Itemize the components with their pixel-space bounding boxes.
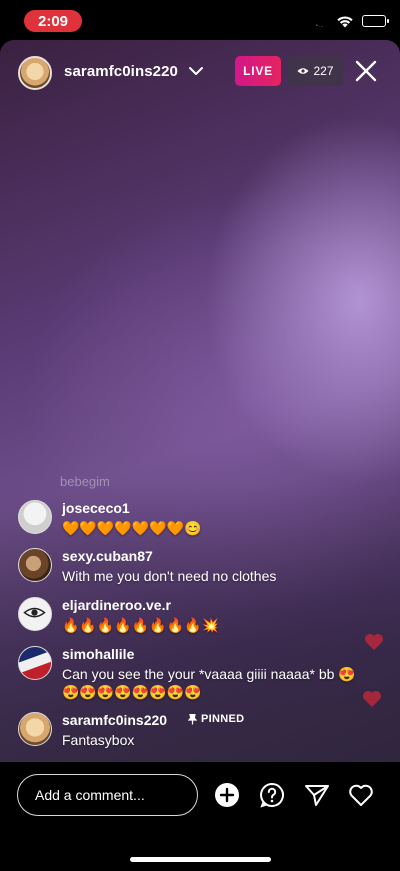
comment-text: With me you don't need no clothes bbox=[62, 568, 277, 584]
comment-username[interactable]: saramfc0ins220 bbox=[62, 712, 167, 728]
live-badge: LIVE bbox=[235, 56, 281, 86]
add-circle-icon[interactable] bbox=[214, 782, 240, 808]
live-stream-screen: 2:09 • ... saramfc0ins220 LIVE 227 bebeg… bbox=[0, 0, 400, 871]
host-avatar[interactable] bbox=[18, 56, 52, 90]
comment-item[interactable]: josececo1 🧡🧡🧡🧡🧡🧡🧡😊 bbox=[18, 500, 358, 544]
comment-text: 🧡🧡🧡🧡🧡🧡🧡😊 bbox=[62, 520, 202, 536]
avatar[interactable] bbox=[18, 548, 52, 582]
floating-heart-icon bbox=[363, 691, 381, 707]
status-bar: 2:09 • ... bbox=[0, 0, 400, 40]
pinned-label: PINNED bbox=[201, 713, 245, 725]
heart-icon[interactable] bbox=[348, 782, 374, 808]
home-indicator bbox=[130, 857, 271, 862]
eye-icon bbox=[297, 68, 309, 74]
viewer-count-badge[interactable]: 227 bbox=[288, 56, 343, 86]
comment-text: Can you see the your *vaaaa giiii naaaa*… bbox=[62, 666, 356, 700]
avatar[interactable] bbox=[18, 500, 52, 534]
viewer-count: 227 bbox=[313, 64, 334, 78]
send-icon[interactable] bbox=[304, 782, 330, 808]
comment-text: Fantasybox bbox=[62, 732, 135, 748]
comment-item[interactable]: simohallile Can you see the your *vaaaa … bbox=[18, 646, 358, 702]
question-icon[interactable] bbox=[259, 782, 285, 808]
live-header: saramfc0ins220 LIVE 227 bbox=[0, 52, 400, 92]
comment-username[interactable]: josececo1 bbox=[62, 500, 130, 516]
comment-username[interactable]: simohallile bbox=[62, 646, 134, 662]
wifi-icon bbox=[337, 16, 353, 28]
avatar[interactable] bbox=[18, 597, 52, 631]
eye-logo-icon bbox=[23, 607, 46, 618]
host-username[interactable]: saramfc0ins220 bbox=[64, 63, 178, 80]
avatar[interactable] bbox=[18, 712, 52, 746]
comment-item[interactable]: sexy.cuban87 With me you don't need no c… bbox=[18, 548, 358, 592]
chevron-down-icon[interactable] bbox=[188, 65, 204, 77]
faded-comment: bebegim bbox=[60, 474, 110, 489]
comment-username[interactable]: eljardineroo.ve.r bbox=[62, 597, 171, 613]
close-icon[interactable] bbox=[355, 60, 377, 82]
avatar[interactable] bbox=[18, 646, 52, 680]
carrier-label: • ... bbox=[316, 23, 324, 29]
battery-icon bbox=[362, 15, 389, 27]
bottom-bar bbox=[0, 762, 400, 871]
comment-item[interactable]: eljardineroo.ve.r 🔥🔥🔥🔥🔥🔥🔥🔥💥 bbox=[18, 597, 358, 641]
comment-input[interactable] bbox=[17, 774, 198, 816]
floating-heart-icon bbox=[365, 634, 383, 650]
comment-username[interactable]: sexy.cuban87 bbox=[62, 548, 153, 564]
status-time: 2:09 bbox=[24, 10, 82, 32]
comment-text: 🔥🔥🔥🔥🔥🔥🔥🔥💥 bbox=[62, 617, 219, 633]
pin-icon bbox=[188, 713, 197, 724]
pinned-tag: PINNED bbox=[188, 713, 244, 725]
pinned-comment[interactable]: saramfc0ins220 PINNED Fantasybox bbox=[18, 712, 358, 756]
